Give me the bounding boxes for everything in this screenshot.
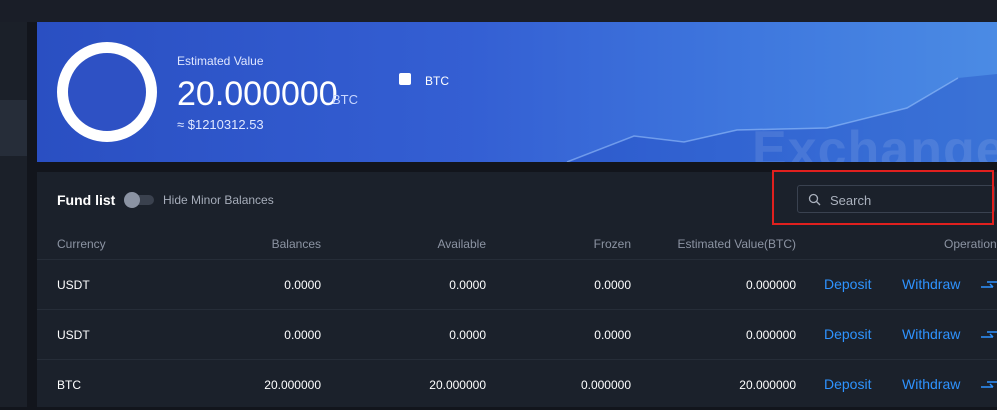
hide-minor-balances-toggle[interactable] — [124, 192, 154, 208]
fund-list-title: Fund list — [57, 192, 116, 208]
cell-currency: BTC — [57, 378, 81, 392]
table-row: USDT 0.0000 0.0000 0.0000 0.000000 Depos… — [37, 309, 997, 360]
exchange-watermark: Exchange — [752, 121, 997, 162]
top-bar — [0, 0, 997, 22]
asset-summary-banner: Exchange Estimated Value 20.000000 BTC ≈… — [37, 22, 997, 162]
allocation-donut-chart — [57, 42, 157, 142]
cell-currency: USDT — [57, 278, 90, 292]
table-row: BTC 20.000000 20.000000 0.000000 20.0000… — [37, 359, 997, 410]
cell-frozen: 0.0000 — [594, 278, 631, 292]
cell-estimated-value: 20.000000 — [739, 378, 796, 392]
toggle-knob — [124, 192, 140, 208]
column-currency: Currency — [57, 237, 106, 251]
column-estimated-value: Estimated Value(BTC) — [677, 237, 796, 251]
estimated-value-unit: BTC — [332, 92, 358, 107]
column-frozen: Frozen — [593, 237, 631, 251]
withdraw-link[interactable]: Withdraw — [902, 326, 960, 342]
sidebar-active-item[interactable] — [0, 100, 27, 156]
transfer-icon[interactable] — [981, 379, 997, 391]
deposit-link[interactable]: Deposit — [824, 376, 871, 392]
fund-list-panel: Fund list Hide Minor Balances Currency B… — [37, 170, 997, 410]
cell-frozen: 0.000000 — [580, 378, 631, 392]
transfer-icon[interactable] — [981, 329, 997, 341]
cell-estimated-value: 0.000000 — [745, 278, 796, 292]
cell-balances: 0.0000 — [284, 328, 321, 342]
column-balances: Balances — [271, 237, 321, 251]
cell-currency: USDT — [57, 328, 90, 342]
estimated-usd-value: ≈ $1210312.53 — [177, 117, 264, 132]
deposit-link[interactable]: Deposit — [824, 326, 871, 342]
cell-estimated-value: 0.000000 — [745, 328, 796, 342]
column-operation: Operation — [944, 237, 997, 251]
deposit-link[interactable]: Deposit — [824, 276, 871, 292]
hide-minor-balances-label: Hide Minor Balances — [163, 193, 274, 207]
estimated-value: 20.000000 — [177, 75, 338, 113]
table-header: Currency Balances Available Frozen Estim… — [37, 229, 997, 259]
transfer-icon[interactable] — [981, 279, 997, 291]
cell-frozen: 0.0000 — [594, 328, 631, 342]
cell-available: 0.0000 — [449, 328, 486, 342]
withdraw-link[interactable]: Withdraw — [902, 376, 960, 392]
search-highlight-box — [772, 170, 994, 225]
cell-balances: 20.000000 — [264, 378, 321, 392]
cell-balances: 0.0000 — [284, 278, 321, 292]
table-row: USDT 0.0000 0.0000 0.0000 0.000000 Depos… — [37, 259, 997, 310]
legend-label: BTC — [425, 74, 449, 88]
withdraw-link[interactable]: Withdraw — [902, 276, 960, 292]
cell-available: 20.000000 — [429, 378, 486, 392]
estimated-value-label: Estimated Value — [177, 54, 264, 68]
cell-available: 0.0000 — [449, 278, 486, 292]
column-available: Available — [437, 237, 486, 251]
sidebar — [0, 22, 27, 407]
legend-swatch — [399, 73, 411, 85]
